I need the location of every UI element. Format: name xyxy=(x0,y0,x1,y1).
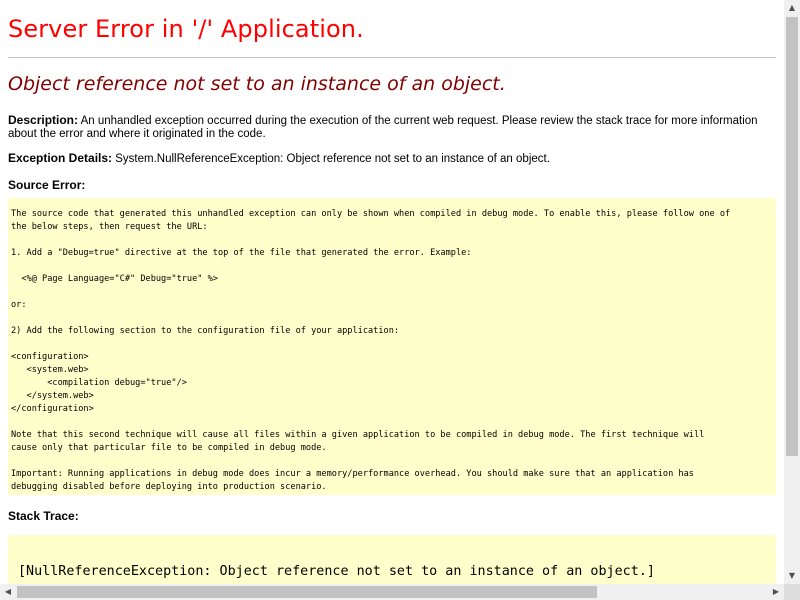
stack-trace-box: [NullReferenceException: Object referenc… xyxy=(8,535,776,584)
exception-details-paragraph: Exception Details: System.NullReferenceE… xyxy=(8,152,768,166)
page-title: Server Error in '/' Application. xyxy=(8,15,364,43)
description-label: Description: xyxy=(8,113,79,127)
stack-trace-code: [NullReferenceException: Object referenc… xyxy=(18,564,655,579)
description-text: An unhandled exception occurred during t… xyxy=(8,115,758,140)
scrollbar-corner xyxy=(784,584,800,600)
divider xyxy=(8,57,776,58)
exception-details-label: Exception Details: xyxy=(8,151,113,165)
source-error-label: Source Error: xyxy=(8,178,86,192)
vertical-scrollbar-thumb[interactable] xyxy=(786,17,798,456)
scroll-right-arrow-icon[interactable]: ▶ xyxy=(768,584,784,600)
scroll-left-arrow-icon[interactable]: ◀ xyxy=(0,584,16,600)
description-paragraph: Description: An unhandled exception occu… xyxy=(8,114,768,141)
source-error-box: The source code that generated this unha… xyxy=(8,198,776,495)
stack-trace-label: Stack Trace: xyxy=(8,509,79,523)
error-message-heading: Object reference not set to an instance … xyxy=(8,73,506,95)
error-page: Server Error in '/' Application. Object … xyxy=(0,0,784,584)
scroll-up-arrow-icon[interactable]: ▲ xyxy=(784,0,800,16)
source-error-code: The source code that generated this unha… xyxy=(11,209,731,492)
scroll-down-arrow-icon[interactable]: ▼ xyxy=(784,568,800,584)
horizontal-scrollbar-thumb[interactable] xyxy=(17,586,597,598)
exception-details-text: System.NullReferenceException: Object re… xyxy=(112,153,550,165)
